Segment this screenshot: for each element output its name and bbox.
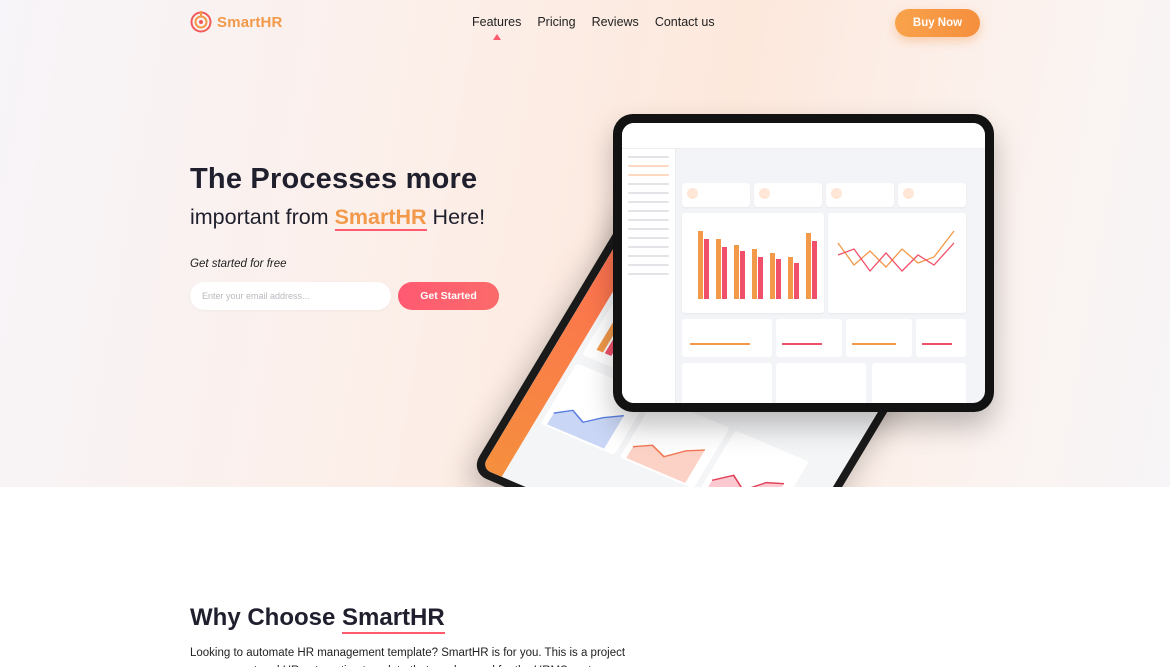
mockup-sidebar — [622, 149, 676, 403]
mockup-front-charts — [682, 230, 966, 403]
get-started-button[interactable]: Get Started — [398, 282, 499, 310]
logo-icon — [190, 11, 212, 33]
mockup-screen-front — [622, 123, 985, 403]
nav-link-reviews[interactable]: Reviews — [592, 15, 639, 29]
why-description: Looking to automate HR management templa… — [190, 647, 626, 667]
nav-link-pricing[interactable]: Pricing — [537, 15, 575, 29]
why-title: Why Choose SmartHR — [190, 604, 445, 634]
why-title-prefix: Why Choose — [190, 604, 343, 631]
why-title-brand: SmartHR — [342, 604, 445, 634]
hero-subtitle-brand: SmartHR — [334, 205, 427, 231]
hero-title: The Processes more — [190, 163, 478, 195]
main-nav: Features Pricing Reviews Contact us — [472, 15, 715, 29]
hero-subtitle-prefix: important from — [190, 205, 335, 229]
email-input[interactable] — [190, 282, 391, 310]
hero-subtitle: important from SmartHR Here! — [190, 205, 486, 231]
buy-now-button[interactable]: Buy Now — [895, 9, 980, 37]
hero-section: SmartHR Features Pricing Reviews Contact… — [0, 0, 1170, 487]
dashboard-mockup-front — [613, 114, 994, 412]
nav-link-features[interactable]: Features — [472, 15, 521, 29]
hero-tagline: Get started for free — [190, 258, 287, 270]
mockup-topbar — [622, 123, 985, 149]
hero-subtitle-suffix: Here! — [426, 205, 486, 229]
logo[interactable]: SmartHR — [190, 11, 283, 33]
logo-text: SmartHR — [217, 13, 283, 31]
nav-link-contact[interactable]: Contact us — [655, 15, 715, 29]
